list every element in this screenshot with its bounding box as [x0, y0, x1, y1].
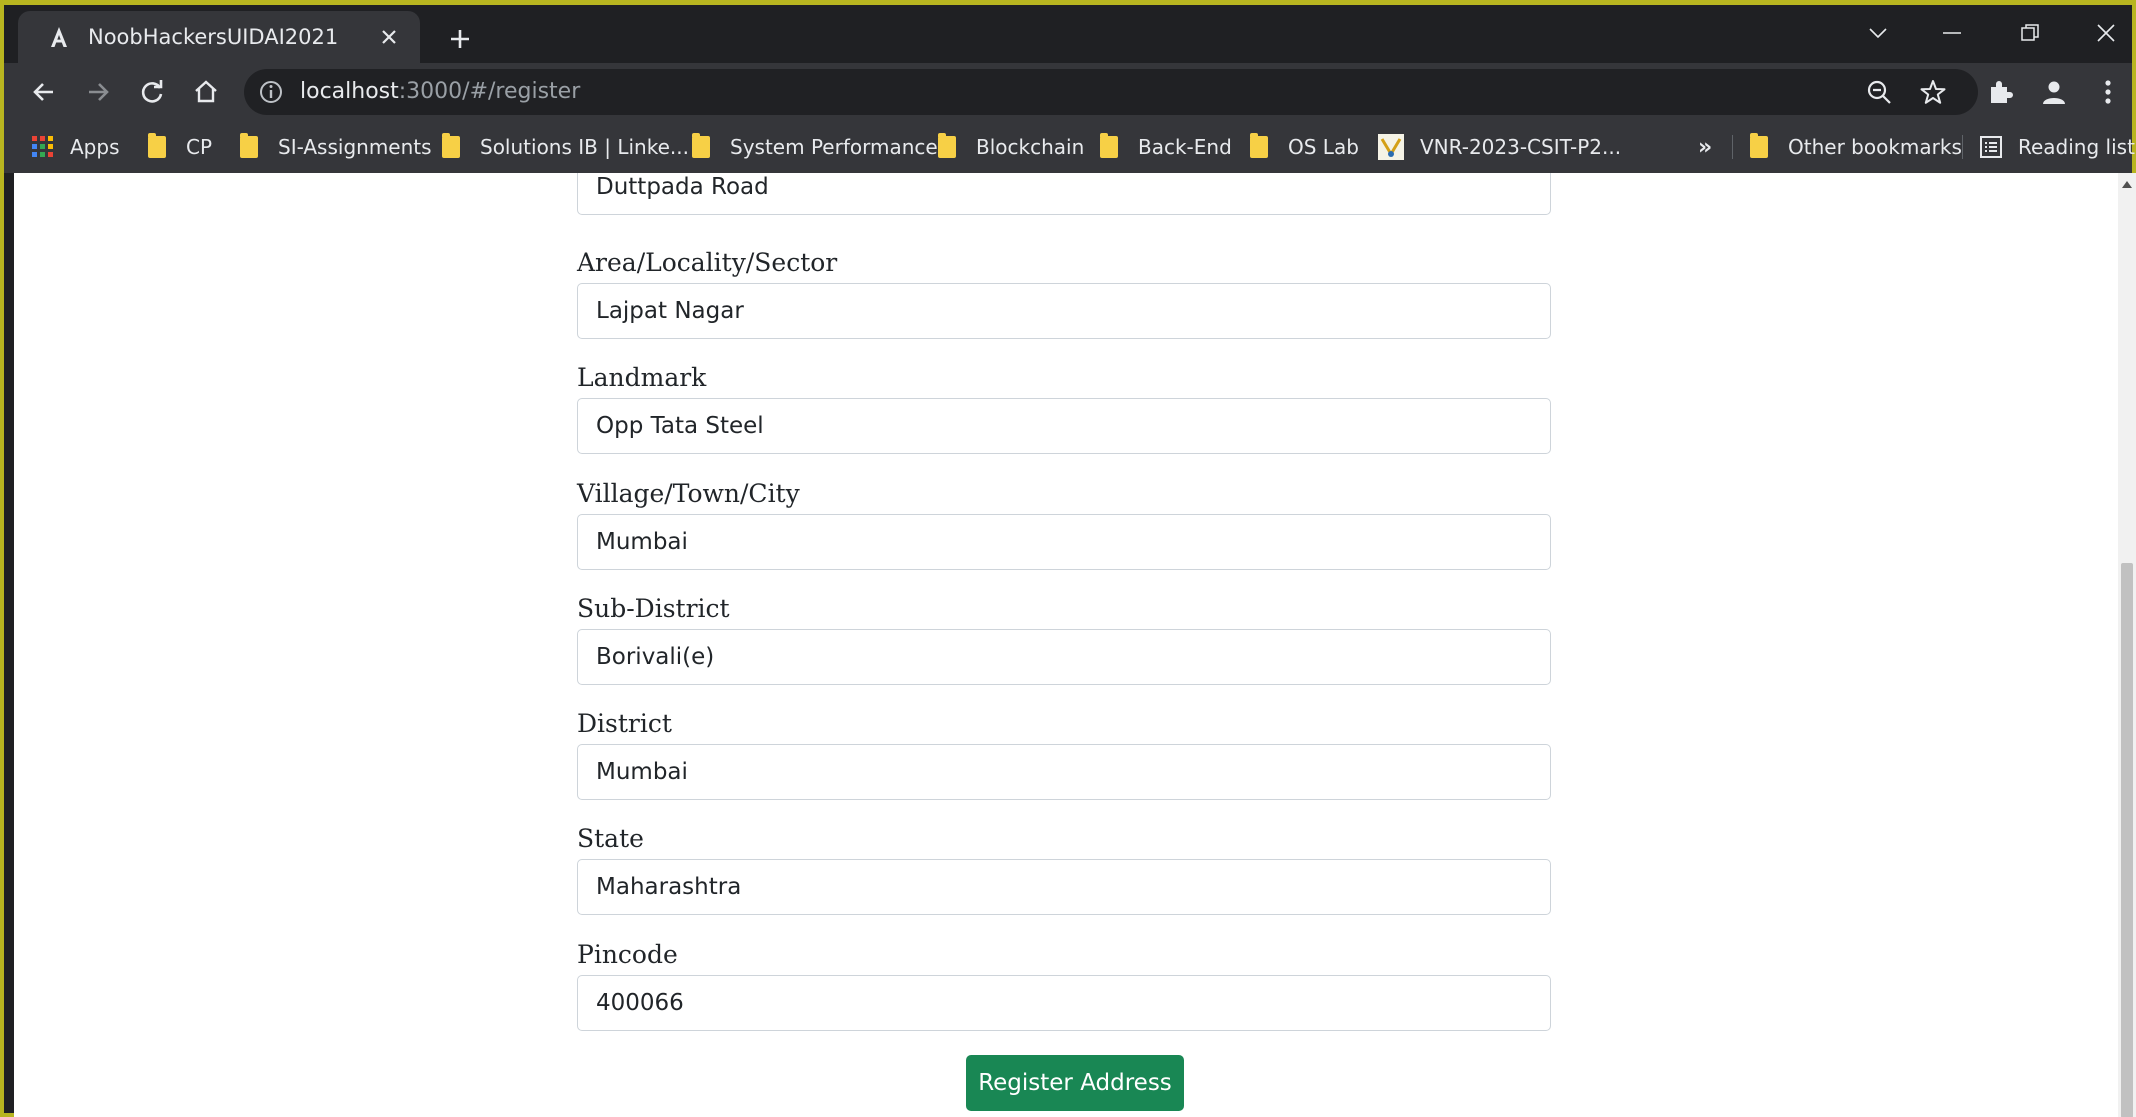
bookmark-folder-blockchain[interactable]: Blockchain	[938, 130, 1084, 164]
bookmark-other-bookmarks[interactable]: Other bookmarks	[1750, 130, 1962, 164]
back-icon[interactable]	[24, 72, 64, 112]
state-field-group: State	[577, 819, 1551, 915]
district-label: District	[577, 709, 672, 738]
forward-icon[interactable]	[78, 72, 118, 112]
city-input[interactable]	[577, 514, 1551, 570]
city-field-group: Village/Town/City	[577, 474, 1551, 570]
apps-grid-icon	[32, 136, 54, 158]
address-bar[interactable]: localhost:3000/#/register	[244, 69, 1978, 115]
sub-district-label: Sub-District	[577, 594, 730, 623]
bookmark-folder-solutions-ib[interactable]: Solutions IB | Linke...	[442, 130, 689, 164]
minimize-icon[interactable]	[1922, 13, 1982, 53]
page-viewport: Area/Locality/Sector Landmark Village/To…	[14, 173, 2118, 1117]
pincode-field-group: Pincode	[577, 935, 1551, 1031]
area-label: Area/Locality/Sector	[577, 248, 838, 277]
angular-logo-icon	[46, 24, 72, 50]
scrollbar-thumb[interactable]	[2121, 563, 2133, 1117]
bookmarks-overflow-chevron[interactable]: »	[1698, 130, 1712, 164]
folder-icon	[442, 133, 460, 158]
folder-icon	[938, 133, 956, 158]
pincode-input[interactable]	[577, 975, 1551, 1031]
page-scrollbar[interactable]	[2118, 173, 2136, 1117]
bookmark-folder-si-assignments[interactable]: SI-Assignments	[240, 130, 432, 164]
bookmark-vnr[interactable]: VNR-2023-CSIT-P2...	[1378, 130, 1621, 164]
register-address-button[interactable]: Register Address	[966, 1055, 1184, 1111]
city-label: Village/Town/City	[577, 479, 800, 508]
extensions-icon[interactable]	[1980, 72, 2020, 112]
bookmarks-divider	[1962, 135, 1963, 159]
bookmarks-bar: Apps CP SI-Assignments Solutions IB | Li…	[4, 121, 2135, 173]
sub-district-field-group: Sub-District	[577, 589, 1551, 685]
tab-search-icon[interactable]	[1848, 13, 1908, 53]
district-input[interactable]	[577, 744, 1551, 800]
home-icon[interactable]	[186, 72, 226, 112]
scroll-up-arrow-icon[interactable]	[2122, 181, 2132, 188]
state-label: State	[577, 824, 644, 853]
landmark-field-group: Landmark	[577, 358, 1551, 454]
street-input[interactable]	[577, 173, 1551, 215]
active-tab[interactable]: NoobHackersUIDAI2021	[18, 11, 420, 63]
vnr-logo-icon	[1378, 134, 1404, 160]
menu-kebab-icon[interactable]	[2088, 72, 2128, 112]
street-field-group	[577, 173, 1551, 215]
pincode-label: Pincode	[577, 940, 678, 969]
bookmark-apps[interactable]: Apps	[32, 130, 120, 164]
folder-icon	[692, 133, 710, 158]
tab-strip: NoobHackersUIDAI2021	[4, 5, 2132, 63]
bookmark-folder-cp[interactable]: CP	[148, 130, 212, 164]
state-input[interactable]	[577, 859, 1551, 915]
profile-icon[interactable]	[2034, 72, 2074, 112]
browser-window: NoobHackersUIDAI2021 localhost:3000/#/re…	[0, 0, 2136, 1117]
bookmark-folder-system-performance[interactable]: System Performance	[692, 130, 938, 164]
url-text: localhost:3000/#/register	[300, 79, 581, 104]
bookmarks-divider	[1732, 135, 1733, 159]
landmark-input[interactable]	[577, 398, 1551, 454]
folder-icon	[1100, 133, 1118, 158]
new-tab-icon[interactable]	[440, 19, 480, 59]
district-field-group: District	[577, 704, 1551, 800]
close-window-icon[interactable]	[2076, 13, 2136, 53]
browser-toolbar: localhost:3000/#/register	[4, 63, 2132, 121]
area-field-group: Area/Locality/Sector	[577, 243, 1551, 339]
zoom-icon[interactable]	[1864, 77, 1894, 107]
reload-icon[interactable]	[132, 72, 172, 112]
folder-icon	[240, 133, 258, 158]
tab-title: NoobHackersUIDAI2021	[88, 25, 339, 49]
folder-icon	[1750, 133, 1768, 158]
sub-district-input[interactable]	[577, 629, 1551, 685]
folder-icon	[1250, 133, 1268, 158]
reading-list-icon	[1980, 136, 2002, 158]
bookmark-folder-os-lab[interactable]: OS Lab	[1250, 130, 1359, 164]
reading-list-button[interactable]: Reading list	[1980, 130, 2135, 164]
bookmark-star-icon[interactable]	[1918, 77, 1948, 107]
site-info-icon[interactable]	[258, 79, 284, 105]
area-input[interactable]	[577, 283, 1551, 339]
restore-icon[interactable]	[2000, 13, 2060, 53]
close-tab-icon[interactable]	[374, 22, 404, 52]
landmark-label: Landmark	[577, 363, 707, 392]
bookmark-folder-back-end[interactable]: Back-End	[1100, 130, 1232, 164]
folder-icon	[148, 133, 166, 158]
